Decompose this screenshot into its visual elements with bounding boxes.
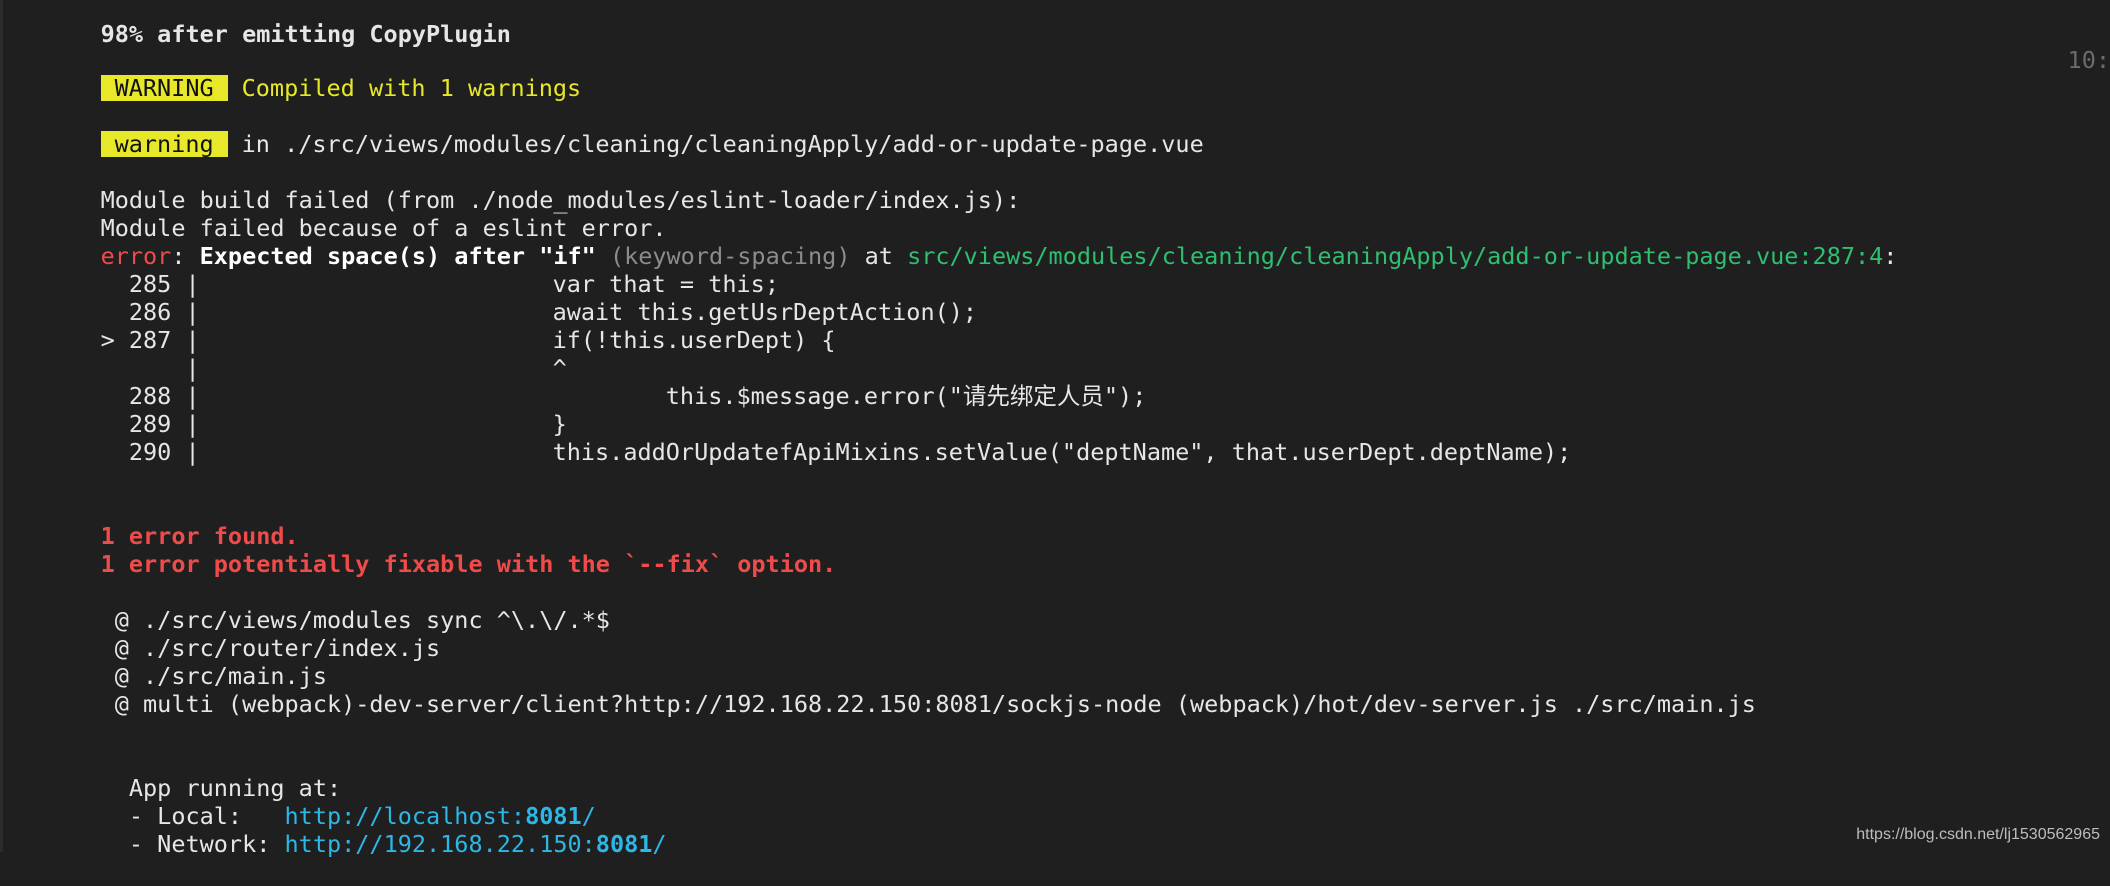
- network-label: - Network:: [100, 830, 285, 858]
- code-text: this.addOrUpdatefApiMixins.setValue("dep…: [552, 438, 1572, 466]
- terminal-window[interactable]: 98% after emitting CopyPlugin WARNING Com…: [0, 0, 2110, 858]
- trace-text: @ multi (webpack)-dev-server/client?http…: [100, 690, 1756, 718]
- warning-file-path: in ./src/views/modules/cleaning/cleaning…: [241, 130, 1204, 158]
- trace-line: @ ./src/main.js: [44, 634, 327, 690]
- timestamp: 10:: [2067, 46, 2110, 74]
- code-text: this.$message.error("请先绑定人员");: [552, 382, 1147, 410]
- code-line: 288 | this.$message.error("请先绑定人员");: [44, 354, 1146, 410]
- code-caret-line: | ^: [44, 326, 566, 382]
- network-url-prefix[interactable]: http://192.168.22.150:: [285, 830, 596, 858]
- warning-badge: WARNING: [100, 75, 228, 101]
- network-url-port[interactable]: 8081: [596, 830, 653, 858]
- warning-file-line: warning in ./src/views/modules/cleaning/c…: [44, 102, 1204, 158]
- warning-summary-text: Compiled with 1 warnings: [241, 74, 582, 102]
- window-left-edge: [0, 0, 3, 852]
- error-end-colon: :: [1883, 242, 1898, 270]
- network-url-link[interactable]: http://192.168.22.150:8081/: [285, 830, 667, 858]
- module-eslint-error-line: Module failed because of a eslint error.: [44, 186, 667, 242]
- warning-summary-line: WARNING Compiled with 1 warnings: [44, 46, 581, 102]
- progress-text: 98% after emitting CopyPlugin: [100, 20, 511, 48]
- trace-line: @ ./src/views/modules sync ^\.\/.*$: [44, 578, 610, 634]
- error-line: error: Expected space(s) after "if" (key…: [44, 214, 1898, 270]
- code-gutter: 290 |: [100, 438, 200, 466]
- app-running-line: App running at:: [44, 746, 341, 802]
- code-line-highlighted: > 287 | if(!this.userDept) {: [44, 298, 836, 354]
- fixable-count-line: 1 error potentially fixable with the `--…: [44, 522, 837, 578]
- local-url-line: - Local: http://localhost:8081/: [44, 774, 596, 830]
- code-line: 285 | var that = this;: [44, 242, 779, 298]
- trace-line: @ multi (webpack)-dev-server/client?http…: [44, 662, 1756, 718]
- module-build-failed-line: Module build failed (from ./node_modules…: [44, 158, 1021, 214]
- code-line: 286 | await this.getUsrDeptAction();: [44, 270, 977, 326]
- fixable-count-text: 1 error potentially fixable with the `--…: [100, 550, 837, 578]
- watermark-url: https://blog.csdn.net/lj1530562965: [1856, 826, 2100, 843]
- network-url-suffix[interactable]: /: [652, 830, 666, 858]
- trace-line: @ ./src/router/index.js: [44, 606, 440, 662]
- network-url-line: - Network: http://192.168.22.150:8081/: [44, 802, 667, 858]
- error-count-line: 1 error found.: [44, 494, 299, 550]
- progress-line: 98% after emitting CopyPlugin: [44, 0, 511, 48]
- code-line: 290 | this.addOrUpdatefApiMixins.setValue…: [44, 410, 1571, 466]
- warning-file-badge: warning: [100, 131, 228, 157]
- code-line: 289 |}: [44, 382, 567, 438]
- code-text: if(!this.userDept) {: [552, 326, 836, 354]
- error-at: at: [850, 242, 908, 270]
- error-location-link[interactable]: src/views/modules/cleaning/cleaningApply…: [907, 242, 1883, 270]
